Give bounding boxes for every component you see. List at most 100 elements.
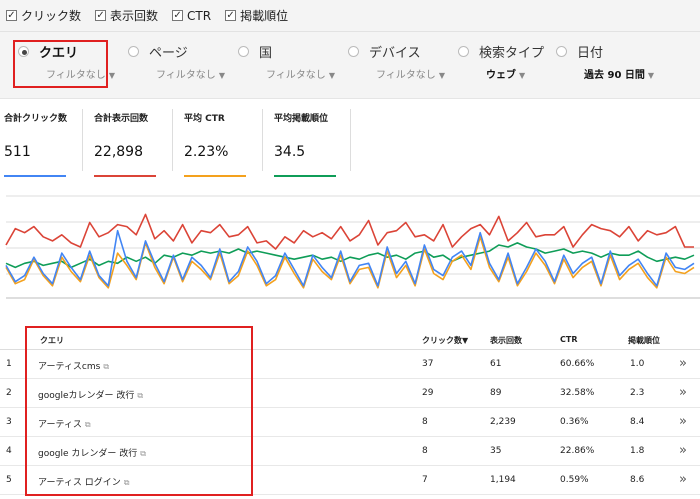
scorecard-color-bar <box>4 175 66 177</box>
checkbox-check-icon: ✓ <box>225 9 237 21</box>
dropdown-caret-icon: ▼ <box>647 71 655 80</box>
column-header-impressions[interactable]: 表示回数 <box>490 335 522 346</box>
column-header-ctr[interactable]: CTR <box>560 335 578 344</box>
metric-impressions-checkbox[interactable]: ✓ 表示回数 <box>95 7 158 24</box>
row-expand-icon[interactable]: » <box>679 443 687 458</box>
scorecards: 合計クリック数 511 合計表示回数 22,898 平均 CTR 2.23% 平… <box>0 98 700 178</box>
ctr-cell: 0.59% <box>560 475 589 485</box>
column-header-clicks[interactable]: クリック数▼ <box>422 335 468 346</box>
scorecard-title: 合計表示回数 <box>94 114 149 124</box>
scorecard-color-bar <box>274 175 336 177</box>
row-rank: 3 <box>6 417 12 427</box>
radio-icon[interactable] <box>458 45 469 57</box>
dimension-label: デバイス <box>369 45 421 61</box>
dimension-selector-row: クエリ フィルタなし ▼ ページ フィルタなし ▼ 国 フィルタなし ▼ デバイス フ… <box>0 32 700 98</box>
scorecard-ctr[interactable]: 平均 CTR 2.23% <box>184 111 264 177</box>
metric-label: クリック数 <box>21 9 82 23</box>
clicks-cell: 29 <box>422 388 434 398</box>
ctr-cell: 22.86% <box>560 446 595 456</box>
checkbox-check-icon: ✓ <box>6 9 17 21</box>
dimension-label: 検索タイプ <box>479 45 545 61</box>
radio-icon[interactable] <box>556 45 567 57</box>
dimension-label: ページ <box>149 45 188 61</box>
dropdown-caret-icon: ▼ <box>218 71 225 80</box>
dropdown-caret-icon: ▼ <box>438 71 445 80</box>
scorecard-title: 平均 CTR <box>184 114 225 124</box>
row-rank: 5 <box>6 475 12 485</box>
dropdown-caret-icon: ▼ <box>519 71 526 80</box>
scorecard-position[interactable]: 平均掲載順位 34.5 <box>274 111 354 177</box>
filter-label: ウェブ <box>486 70 516 81</box>
position-cell: 1.0 <box>630 359 645 369</box>
divider <box>82 109 83 171</box>
radio-icon[interactable] <box>348 45 359 57</box>
performance-line-chart <box>5 195 700 299</box>
clicks-cell: 8 <box>422 446 428 456</box>
dimension-filter-dropdown[interactable]: フィルタなし ▼ <box>238 66 335 81</box>
chart-series-line-1 <box>5 242 695 269</box>
impressions-cell: 89 <box>490 388 502 398</box>
scorecard-value: 2.23% <box>184 144 229 160</box>
metric-position-checkbox[interactable]: ✓ 掲載順位 <box>225 7 288 24</box>
row-expand-icon[interactable]: » <box>679 414 687 429</box>
filter-label: フィルタなし <box>376 70 436 81</box>
ctr-cell: 32.58% <box>560 388 595 398</box>
impressions-cell: 1,194 <box>490 475 516 485</box>
scorecard-color-bar <box>184 175 246 177</box>
dimension-date[interactable]: 日付 過去 90 日間 ▼ <box>556 40 654 92</box>
scorecard-value: 34.5 <box>274 144 306 160</box>
scorecard-color-bar <box>94 175 156 177</box>
position-cell: 1.8 <box>630 446 645 456</box>
row-rank: 1 <box>6 359 12 369</box>
filter-label: フィルタなし <box>266 70 326 81</box>
row-expand-icon[interactable]: » <box>679 356 687 371</box>
divider <box>350 109 351 171</box>
position-cell: 8.6 <box>630 475 645 485</box>
row-expand-icon[interactable]: » <box>679 385 687 400</box>
metric-label: 表示回数 <box>110 9 159 23</box>
dimension-label: 日付 <box>577 45 604 61</box>
impressions-cell: 35 <box>490 446 502 456</box>
metric-selector-bar: ✓ クリック数 ✓ 表示回数 ✓ CTR ✓ 掲載順位 <box>0 0 700 32</box>
column-header-position[interactable]: 掲載順位 <box>628 335 660 346</box>
dropdown-caret-icon: ▼ <box>108 71 115 80</box>
checkbox-check-icon: ✓ <box>95 9 107 21</box>
position-cell: 8.4 <box>630 417 645 427</box>
dropdown-caret-icon: ▼ <box>328 71 335 80</box>
filter-label: フィルタなし <box>156 70 216 81</box>
scorecard-title: 平均掲載順位 <box>274 114 329 124</box>
dimension-search-type[interactable]: 検索タイプ ウェブ ▼ <box>458 40 544 92</box>
dimension-filter-dropdown[interactable]: フィルタなし ▼ <box>128 66 225 81</box>
scorecard-value: 511 <box>4 144 31 160</box>
filter-label: 過去 90 日間 <box>584 70 645 81</box>
dimension-device[interactable]: デバイス フィルタなし ▼ <box>348 40 445 92</box>
row-expand-icon[interactable]: » <box>679 472 687 487</box>
clicks-cell: 7 <box>422 475 428 485</box>
radio-icon[interactable] <box>128 45 139 57</box>
ctr-cell: 0.36% <box>560 417 589 427</box>
dimension-country[interactable]: 国 フィルタなし ▼ <box>238 40 335 92</box>
dimension-filter-dropdown[interactable]: フィルタなし ▼ <box>348 66 445 81</box>
divider <box>262 109 263 171</box>
metric-clicks-checkbox[interactable]: ✓ クリック数 <box>6 7 81 24</box>
dimension-page[interactable]: ページ フィルタなし ▼ <box>128 40 225 92</box>
clicks-cell: 8 <box>422 417 428 427</box>
dimension-filter-dropdown[interactable]: 過去 90 日間 ▼ <box>556 66 654 81</box>
checkbox-check-icon: ✓ <box>172 9 184 21</box>
dimension-label: 国 <box>259 45 273 61</box>
scorecard-impressions[interactable]: 合計表示回数 22,898 <box>94 111 174 177</box>
scorecard-clicks[interactable]: 合計クリック数 511 <box>4 111 84 177</box>
position-cell: 2.3 <box>630 388 645 398</box>
radio-icon[interactable] <box>238 45 249 57</box>
impressions-cell: 61 <box>490 359 502 369</box>
scorecard-title: 合計クリック数 <box>4 114 68 124</box>
clicks-cell: 37 <box>422 359 434 369</box>
metric-label: 掲載順位 <box>240 9 289 23</box>
dimension-filter-dropdown[interactable]: ウェブ ▼ <box>458 66 544 81</box>
scorecard-value: 22,898 <box>94 144 143 160</box>
divider <box>172 109 173 171</box>
row-rank: 2 <box>6 388 12 398</box>
impressions-cell: 2,239 <box>490 417 516 427</box>
highlight-frame <box>13 40 108 88</box>
metric-ctr-checkbox[interactable]: ✓ CTR <box>172 9 211 23</box>
